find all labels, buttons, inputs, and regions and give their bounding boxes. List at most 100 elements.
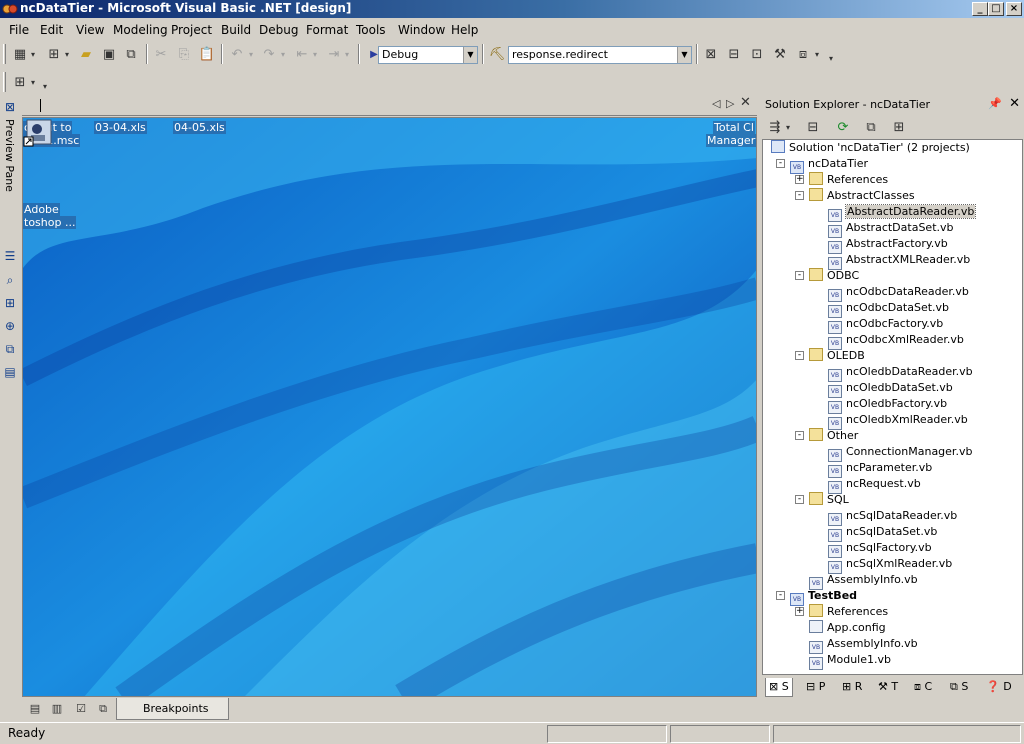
minimize-button[interactable]: _ <box>972 2 988 16</box>
properties-icon[interactable]: ⊟ <box>724 44 744 64</box>
close-icon[interactable]: ✕ <box>1009 96 1020 111</box>
tab-solution-explorer[interactable]: ⊠ S <box>765 678 793 697</box>
menu-file[interactable]: File <box>9 23 29 37</box>
desktop-icon-label[interactable]: Adobe <box>23 203 60 216</box>
command-window-icon[interactable]: ▥ <box>48 702 66 718</box>
save-all-icon[interactable]: ⧉ <box>121 44 141 64</box>
dropdown-arrow-icon[interactable]: ▾ <box>28 72 38 92</box>
scroll-tabs-right-icon[interactable]: ▷ <box>726 97 734 110</box>
tree-item[interactable]: VB ConnectionManager.vb <box>828 444 972 462</box>
toolbar-options-icon[interactable]: ▾ <box>826 48 836 68</box>
tree-item[interactable]: Other <box>809 428 858 444</box>
dropdown-arrow-icon[interactable]: ▾ <box>812 44 822 64</box>
tree-item[interactable]: VB ncParameter.vb <box>828 460 932 478</box>
show-all-files-icon[interactable]: ⧉ <box>861 117 881 137</box>
toolbar-grip[interactable] <box>3 44 6 64</box>
class-view-icon[interactable]: ⧈ <box>793 44 813 64</box>
tree-item[interactable]: VB ncOdbcXmlReader.vb <box>828 332 964 350</box>
tree-item[interactable]: ODBC <box>809 268 859 284</box>
collapse-icon[interactable]: - <box>776 159 785 168</box>
desktop-icon-label[interactable]: 04-05.xls <box>173 121 226 134</box>
tree-item[interactable]: VB ncOledbFactory.vb <box>828 396 947 414</box>
checklist-icon[interactable]: ☑ <box>72 702 90 718</box>
menu-tools[interactable]: Tools <box>356 23 386 37</box>
tree-item[interactable]: VB ncRequest.vb <box>828 476 921 494</box>
menu-window[interactable]: Window <box>398 23 445 37</box>
diagram-icon[interactable]: ⊞ <box>10 72 30 92</box>
tools-icon[interactable]: ⚒ <box>770 44 790 64</box>
dropdown-arrow-icon[interactable]: ▾ <box>342 44 352 64</box>
toolbox-icon[interactable]: ⊡ <box>747 44 767 64</box>
tree-item[interactable]: References <box>809 604 888 620</box>
undo-icon[interactable]: ↶ <box>227 44 247 64</box>
tab-class-view[interactable]: ⧈ C <box>911 678 935 697</box>
new-project-icon[interactable]: ▦ <box>10 44 30 64</box>
preview-pane-tab[interactable]: Preview Pane <box>3 119 16 192</box>
collapse-icon[interactable]: - <box>776 591 785 600</box>
tree-item[interactable]: App.config <box>809 620 886 636</box>
search-icon[interactable]: ⌕ <box>2 272 18 288</box>
navigate-forward-icon[interactable]: ⇥ <box>324 44 344 64</box>
desktop-icon-label[interactable]: Total Cl <box>713 121 755 134</box>
navigate-back-icon[interactable]: ⇤ <box>292 44 312 64</box>
dropdown-arrow-icon[interactable]: ▾ <box>783 117 793 137</box>
preview-pane-icon[interactable]: ⊠ <box>2 99 18 115</box>
tree-item[interactable]: OLEDB <box>809 348 865 364</box>
menu-modeling[interactable]: Modeling <box>113 23 168 37</box>
find-in-files-icon[interactable]: ⛏ <box>487 44 507 64</box>
tree-item[interactable]: VB ncSqlFactory.vb <box>828 540 932 558</box>
tree-item[interactable]: VB ncOdbcDataSet.vb <box>828 300 949 318</box>
menu-debug[interactable]: Debug <box>259 23 298 37</box>
tab-toolbox[interactable]: ⚒ T <box>875 678 901 697</box>
desktop-icon-label[interactable]: 03-04.xls <box>94 121 147 134</box>
chevron-down-icon[interactable]: ▼ <box>463 47 477 63</box>
find-combo[interactable]: response.redirect ▼ <box>508 46 692 64</box>
class-view-icon[interactable]: ⧉ <box>2 341 18 357</box>
tab-properties[interactable]: ⊟ P <box>803 678 828 697</box>
desktop-icon-label[interactable]: toshop ... <box>23 216 77 229</box>
tab-resource-view[interactable]: ⊞ R <box>839 678 865 697</box>
tree-item[interactable]: VB ncOdbcDataReader.vb <box>828 284 969 302</box>
redo-icon[interactable]: ↷ <box>259 44 279 64</box>
tree-item[interactable]: VB ncSqlXmlReader.vb <box>828 556 952 574</box>
expand-icon[interactable]: + <box>795 607 804 616</box>
collapse-icon[interactable]: - <box>795 351 804 360</box>
copy-project-icon[interactable]: ⊞ <box>889 117 909 137</box>
collapse-icon[interactable]: - <box>795 191 804 200</box>
tree-item[interactable]: VB Module1.vb <box>809 652 891 670</box>
tree-solution-node[interactable]: Solution 'ncDataTier' (2 projects) <box>771 140 970 156</box>
add-item-icon[interactable]: ⊞ <box>44 44 64 64</box>
tab-dynamic-help[interactable]: ❓ D <box>983 678 1015 697</box>
photoshop-shortcut-icon[interactable] <box>23 118 53 148</box>
desktop-icon-label[interactable]: Manager 2 <box>706 134 756 147</box>
task-list-icon[interactable]: ▤ <box>26 702 44 718</box>
server-explorer-icon[interactable]: ⊞ <box>2 295 18 311</box>
maximize-button[interactable]: □ <box>988 2 1004 16</box>
expand-icon[interactable]: + <box>795 175 804 184</box>
output-icon[interactable]: ⧉ <box>94 702 112 718</box>
object-browser-icon[interactable]: ⊕ <box>2 318 18 334</box>
save-icon[interactable]: ▣ <box>99 44 119 64</box>
toolbar-grip[interactable] <box>3 72 6 92</box>
collapse-icon[interactable]: - <box>795 271 804 280</box>
tree-item[interactable]: VB AbstractDataSet.vb <box>828 220 954 238</box>
menu-format[interactable]: Format <box>306 23 348 37</box>
tree-item[interactable]: VB AbstractDataReader.vb <box>828 204 977 222</box>
task-list-icon[interactable]: ☰ <box>2 248 18 264</box>
open-folder-icon[interactable]: ▰ <box>76 44 96 64</box>
menu-edit[interactable]: Edit <box>40 23 63 37</box>
scroll-tabs-left-icon[interactable]: ◁ <box>712 97 720 110</box>
toolbar-options-icon[interactable]: ▾ <box>40 76 50 96</box>
close-button[interactable]: × <box>1006 2 1022 16</box>
copy-icon[interactable]: ⎘ <box>174 44 194 64</box>
dropdown-arrow-icon[interactable]: ▾ <box>278 44 288 64</box>
collapse-icon[interactable]: - <box>795 495 804 504</box>
tree-item[interactable]: VB ncOledbDataSet.vb <box>828 380 953 398</box>
tree-item[interactable]: VB ncOledbDataReader.vb <box>828 364 973 382</box>
pin-icon[interactable]: 📌 <box>988 97 1002 110</box>
tree-item[interactable]: VB AbstractFactory.vb <box>828 236 948 254</box>
tree-item[interactable]: VB TestBed <box>790 588 857 606</box>
dropdown-arrow-icon[interactable]: ▾ <box>310 44 320 64</box>
tree-item[interactable]: References <box>809 172 888 188</box>
dropdown-arrow-icon[interactable]: ▾ <box>246 44 256 64</box>
